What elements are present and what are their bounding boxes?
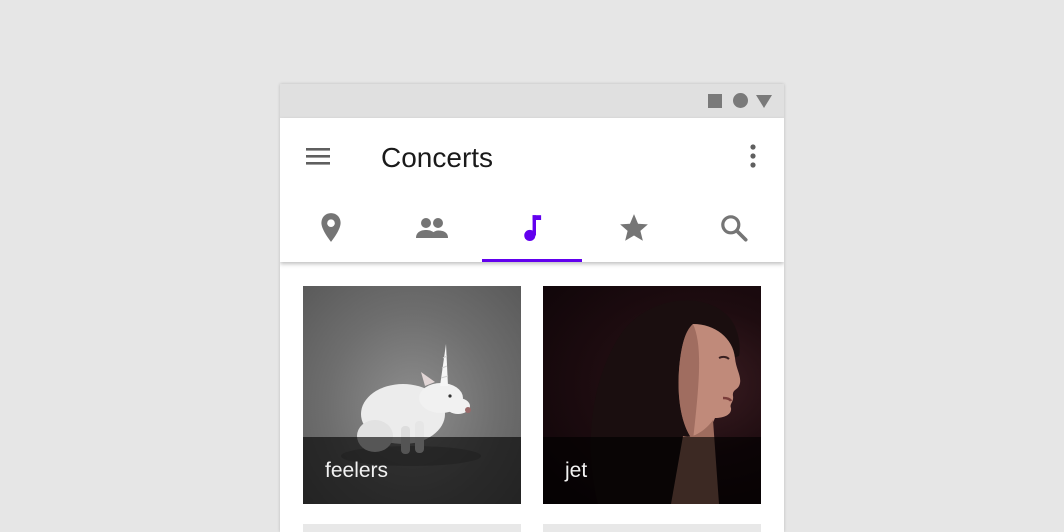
tab-bar	[280, 212, 784, 262]
music-note-icon	[523, 215, 541, 242]
app-header: Concerts	[280, 118, 784, 262]
card-title: feelers	[325, 459, 389, 482]
tab-people[interactable]	[381, 212, 482, 262]
toolbar: Concerts	[280, 118, 784, 198]
more-vert-icon[interactable]	[741, 142, 765, 172]
tab-music[interactable]	[482, 212, 583, 262]
search-icon	[720, 215, 748, 242]
star-icon	[619, 214, 648, 241]
location-pin-icon	[320, 213, 341, 242]
page-title: Concerts	[381, 142, 494, 173]
card-peek	[543, 524, 761, 532]
card-title: jet	[565, 459, 588, 482]
concert-card[interactable]: feelers	[303, 286, 521, 504]
status-bar	[280, 84, 784, 118]
triangle-icon	[756, 95, 772, 108]
tab-location[interactable]	[280, 212, 381, 262]
menu-icon[interactable]	[304, 146, 334, 168]
tab-favorites[interactable]	[583, 212, 684, 262]
people-icon	[415, 218, 448, 238]
tab-indicator	[482, 259, 582, 262]
square-icon	[708, 94, 722, 108]
card-peek	[303, 524, 521, 532]
concert-card[interactable]: jet	[543, 286, 761, 504]
phone-screen: Concerts feelers jet	[280, 84, 784, 532]
concert-grid: feelers jet	[280, 262, 784, 532]
tab-search[interactable]	[683, 212, 784, 262]
circle-icon	[733, 93, 748, 108]
